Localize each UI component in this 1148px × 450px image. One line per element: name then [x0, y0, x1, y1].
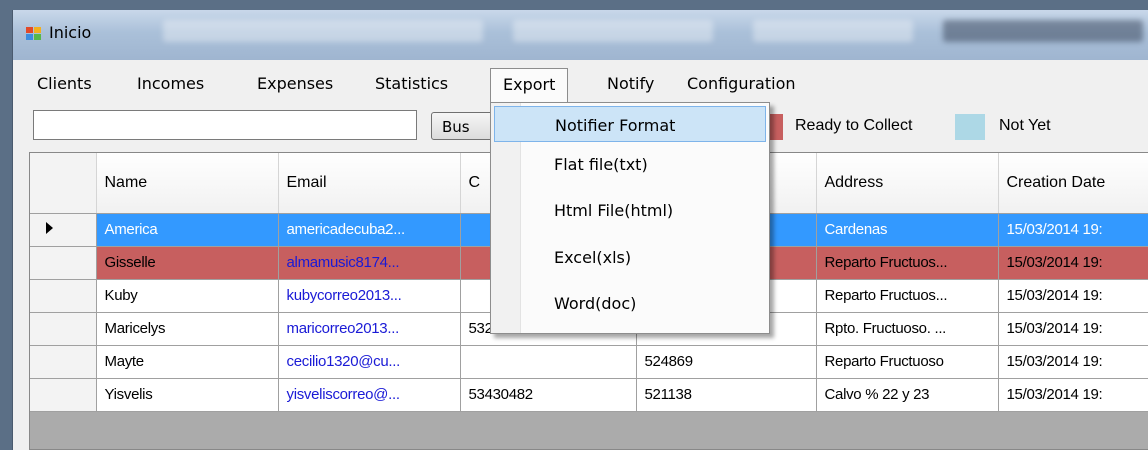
cell-address[interactable]: Reparto Fructuoso: [816, 345, 999, 379]
export-excel[interactable]: Excel(xls): [494, 239, 766, 275]
cell-creation-date[interactable]: 15/03/2014 19:: [998, 378, 1148, 412]
cell-name[interactable]: Maricelys: [96, 312, 279, 346]
cell-name[interactable]: Kuby: [96, 279, 279, 313]
row-selector[interactable]: [30, 378, 97, 412]
row-selector[interactable]: [30, 312, 97, 346]
column-header-email[interactable]: Email: [278, 153, 461, 214]
menu-configuration[interactable]: Configuration: [687, 72, 796, 95]
cell-address[interactable]: Reparto Fructuos...: [816, 246, 999, 280]
search-input[interactable]: [33, 110, 417, 140]
not-yet-swatch: [955, 114, 985, 140]
export-html-file[interactable]: Html File(html): [494, 192, 766, 228]
menu-statistics[interactable]: Statistics: [375, 72, 448, 95]
row-selector[interactable]: [30, 213, 97, 247]
blurred-region: [513, 20, 713, 42]
cell-email[interactable]: cecilio1320@cu...: [278, 345, 461, 379]
cell-address[interactable]: Rpto. Fructuoso. ...: [816, 312, 999, 346]
table-row[interactable]: Yisvelis yisveliscorreo@... 53430482 521…: [30, 378, 1148, 412]
cell-email[interactable]: americadecuba2...: [278, 213, 461, 247]
row-selector[interactable]: [30, 345, 97, 379]
row-selector[interactable]: [30, 246, 97, 280]
ready-to-collect-label: Ready to Collect: [795, 117, 913, 134]
cell-name[interactable]: Mayte: [96, 345, 279, 379]
export-notifier-format[interactable]: Notifier Format: [494, 106, 766, 142]
title-bar[interactable]: Inicio: [13, 10, 1148, 60]
row-header-corner: [30, 153, 97, 214]
current-row-icon: [46, 222, 53, 234]
row-selector[interactable]: [30, 279, 97, 313]
menu-export[interactable]: Export: [490, 68, 569, 102]
cell-creation-date[interactable]: 15/03/2014 19:: [998, 279, 1148, 313]
menu-notify[interactable]: Notify: [607, 72, 654, 95]
table-row[interactable]: Mayte cecilio1320@cu... 524869 Reparto F…: [30, 345, 1148, 379]
column-header-name[interactable]: Name: [96, 153, 279, 214]
blurred-region: [753, 20, 913, 42]
main-window: Inicio Clients Incomes Expenses Statisti…: [12, 10, 1148, 450]
blurred-region: [163, 20, 483, 42]
window-title: Inicio: [49, 23, 92, 42]
blurred-region: [943, 20, 1143, 42]
menu-expenses[interactable]: Expenses: [257, 72, 333, 95]
export-flat-file[interactable]: Flat file(txt): [494, 146, 766, 182]
cell-creation-date[interactable]: 15/03/2014 19:: [998, 345, 1148, 379]
cell-name[interactable]: America: [96, 213, 279, 247]
cell-creation-date[interactable]: 15/03/2014 19:: [998, 213, 1148, 247]
cell-email[interactable]: almamusic8174...: [278, 246, 461, 280]
export-word[interactable]: Word(doc): [494, 285, 766, 321]
cell-email[interactable]: kubycorreo2013...: [278, 279, 461, 313]
cell-phone[interactable]: 521138: [636, 378, 817, 412]
cell-name[interactable]: Yisvelis: [96, 378, 279, 412]
cell-email[interactable]: yisveliscorreo@...: [278, 378, 461, 412]
cell-email[interactable]: maricorreo2013...: [278, 312, 461, 346]
cell-address[interactable]: Reparto Fructuos...: [816, 279, 999, 313]
cell-name[interactable]: Gisselle: [96, 246, 279, 280]
cell-creation-date[interactable]: 15/03/2014 19:: [998, 312, 1148, 346]
cell-c[interactable]: [460, 345, 637, 379]
column-header-creation-date[interactable]: Creation Date: [998, 153, 1148, 214]
cell-address[interactable]: Calvo % 22 y 23: [816, 378, 999, 412]
cell-creation-date[interactable]: 15/03/2014 19:: [998, 246, 1148, 280]
menu-bar: Clients Incomes Expenses Statistics Expo…: [13, 60, 1148, 104]
cell-phone[interactable]: 524869: [636, 345, 817, 379]
not-yet-label: Not Yet: [999, 117, 1051, 134]
column-header-address[interactable]: Address: [816, 153, 999, 214]
menu-incomes[interactable]: Incomes: [137, 72, 204, 95]
menu-clients[interactable]: Clients: [37, 72, 92, 95]
cell-address[interactable]: Cardenas: [816, 213, 999, 247]
export-dropdown-menu: Notifier Format Flat file(txt) Html File…: [490, 102, 770, 334]
app-icon: [26, 27, 41, 41]
cell-c[interactable]: 53430482: [460, 378, 637, 412]
